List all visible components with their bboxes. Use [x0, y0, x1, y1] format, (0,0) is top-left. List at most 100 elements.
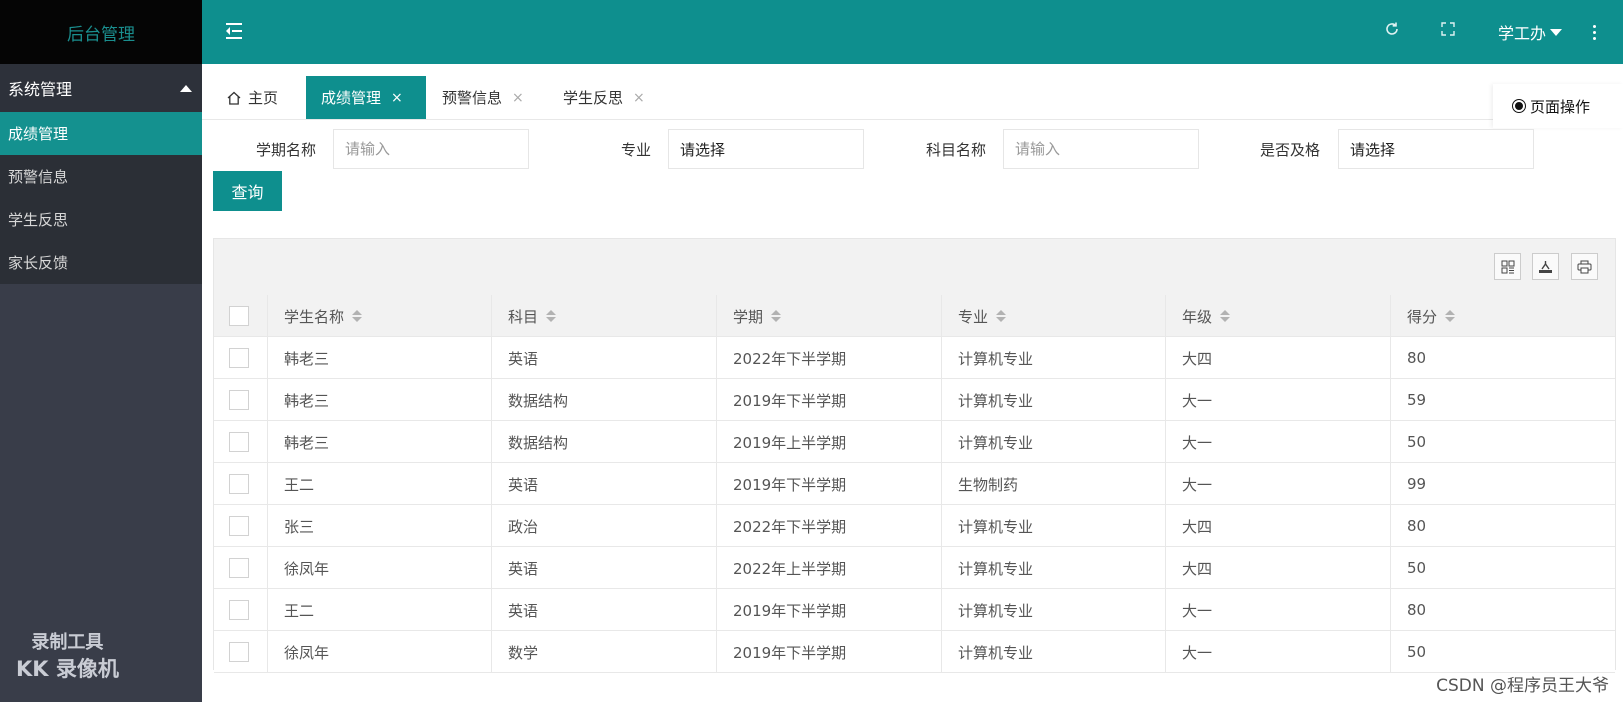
table-cell: 数学	[492, 631, 717, 673]
table-cell: 50	[1407, 433, 1427, 451]
sidebar-item-label: 学生反思	[8, 211, 69, 229]
table-cell: 大一	[1166, 379, 1391, 421]
table-cell: 大四	[1166, 505, 1391, 547]
sidebar-item-grades[interactable]: 成绩管理	[0, 112, 202, 155]
menu-toggle-icon[interactable]	[226, 22, 244, 40]
sort-icon[interactable]	[1220, 310, 1231, 322]
fullscreen-icon[interactable]	[1438, 21, 1458, 41]
close-icon[interactable]: ×	[633, 90, 645, 106]
table-row[interactable]: 王二 英语 2019年下半学期 计算机专业 大一 80	[214, 589, 1615, 631]
row-checkbox-cell	[214, 505, 268, 547]
logo: 后台管理	[0, 0, 202, 64]
sort-icon[interactable]	[546, 310, 557, 322]
table-cell: 大一	[1166, 631, 1391, 673]
menu-group-label: 系统管理	[8, 80, 73, 99]
table-row[interactable]: 韩老三 英语 2022年下半学期 计算机专业 大四 80	[214, 337, 1615, 379]
row-checkbox[interactable]	[229, 600, 249, 620]
tab-label: 预警信息	[442, 89, 503, 107]
sort-icon[interactable]	[996, 310, 1007, 322]
column-header-student[interactable]: 学生名称	[268, 295, 492, 337]
column-header-subject[interactable]: 科目	[492, 295, 717, 337]
tab-label: 成绩管理	[321, 89, 382, 107]
table-cell: 徐凤年	[268, 547, 492, 589]
column-label: 年级	[1182, 307, 1213, 326]
sidebar-item-parent-feedback[interactable]: 家长反馈	[0, 241, 202, 284]
table-cell: 2022年上半学期	[717, 547, 942, 589]
table-cell: 王二	[268, 589, 492, 631]
column-header-grade[interactable]: 年级	[1166, 295, 1391, 337]
table-row[interactable]: 徐凤年 英语 2022年上半学期 计算机专业 大四 50	[214, 547, 1615, 589]
row-checkbox[interactable]	[229, 642, 249, 662]
column-label: 科目	[508, 307, 539, 326]
table-row[interactable]: 韩老三 数据结构 2019年上半学期 计算机专业 大一 50	[214, 421, 1615, 463]
table-row[interactable]: 王二 英语 2019年下半学期 生物制药 大一 99	[214, 463, 1615, 505]
table-cell: 大一	[1166, 421, 1391, 463]
table-cell: 2022年下半学期	[717, 505, 942, 547]
major-select[interactable]: 请选择	[668, 129, 864, 169]
sort-icon[interactable]	[771, 310, 782, 322]
csdn-watermark: CSDN @程序员王大爷	[1436, 676, 1609, 696]
sort-icon[interactable]	[352, 310, 363, 322]
table-cell: 计算机专业	[942, 631, 1166, 673]
print-icon[interactable]	[1571, 253, 1598, 280]
menu-group-system[interactable]: 系统管理	[0, 64, 202, 112]
table-cell: 生物制药	[942, 463, 1166, 505]
term-label: 学期名称	[256, 141, 317, 159]
tab-reflection[interactable]: 学生反思 ×	[563, 76, 645, 119]
table-cell: 韩老三	[268, 379, 492, 421]
table-cell: 韩老三	[268, 337, 492, 379]
table-cell: 大四	[1166, 547, 1391, 589]
page-operations-button[interactable]: 页面操作	[1493, 84, 1623, 128]
table-cell: 计算机专业	[942, 337, 1166, 379]
sort-icon[interactable]	[1445, 310, 1456, 322]
table-row[interactable]: 韩老三 数据结构 2019年下半学期 计算机专业 大一 59	[214, 379, 1615, 421]
watermark-line-2: KK 录像机	[16, 657, 119, 681]
close-icon[interactable]: ×	[391, 90, 403, 106]
row-checkbox[interactable]	[229, 474, 249, 494]
table-cell: 大一	[1166, 463, 1391, 505]
table-cell: 英语	[492, 589, 717, 631]
term-input[interactable]	[333, 129, 529, 169]
table-cell: 2019年下半学期	[717, 379, 942, 421]
subject-input[interactable]	[1003, 129, 1199, 169]
column-header-score[interactable]: 得分	[1391, 295, 1615, 337]
sidebar-item-label: 成绩管理	[8, 125, 69, 143]
more-icon[interactable]	[1592, 22, 1598, 42]
pass-label: 是否及格	[1260, 141, 1321, 159]
row-checkbox[interactable]	[229, 516, 249, 536]
table-row[interactable]: 张三 政治 2022年下半学期 计算机专业 大四 80	[214, 505, 1615, 547]
table-cell: 大四	[1166, 337, 1391, 379]
column-header-term[interactable]: 学期	[717, 295, 942, 337]
table-cell: 80	[1407, 349, 1427, 367]
table-cell: 计算机专业	[942, 421, 1166, 463]
row-checkbox[interactable]	[229, 348, 249, 368]
select-all-checkbox[interactable]	[229, 306, 249, 326]
row-checkbox[interactable]	[229, 390, 249, 410]
column-header-major[interactable]: 专业	[942, 295, 1166, 337]
sidebar-item-warnings[interactable]: 预警信息	[0, 155, 202, 198]
table-cell: 数据结构	[492, 379, 717, 421]
tab-warnings[interactable]: 预警信息 ×	[442, 76, 524, 119]
table-cell: 政治	[492, 505, 717, 547]
table-cell: 计算机专业	[942, 589, 1166, 631]
row-checkbox[interactable]	[229, 558, 249, 578]
query-button[interactable]: 查询	[213, 171, 282, 211]
close-icon[interactable]: ×	[512, 90, 524, 106]
tab-grades[interactable]: 成绩管理 ×	[306, 76, 426, 119]
export-icon[interactable]	[1532, 253, 1559, 280]
table-cell: 50	[1407, 559, 1427, 577]
columns-icon[interactable]	[1494, 253, 1521, 280]
pass-select[interactable]: 请选择	[1338, 129, 1534, 169]
user-name: 学工办	[1498, 24, 1547, 43]
sidebar-item-reflection[interactable]: 学生反思	[0, 198, 202, 241]
tab-home[interactable]: 主页	[226, 76, 278, 119]
table-cell: 59	[1407, 391, 1427, 409]
sidebar: 后台管理 系统管理 成绩管理 预警信息 学生反思 家长反馈 录制工具 KK 录像…	[0, 0, 202, 702]
row-checkbox-cell	[214, 337, 268, 379]
table-cell: 2019年下半学期	[717, 631, 942, 673]
tab-bar: 主页 成绩管理 × 预警信息 × 学生反思 × 页面操作	[202, 64, 1623, 128]
table-row[interactable]: 徐凤年 数学 2019年下半学期 计算机专业 大一 50	[214, 631, 1615, 673]
refresh-icon[interactable]	[1382, 21, 1402, 41]
user-menu[interactable]: 学工办	[1498, 20, 1563, 44]
row-checkbox[interactable]	[229, 432, 249, 452]
